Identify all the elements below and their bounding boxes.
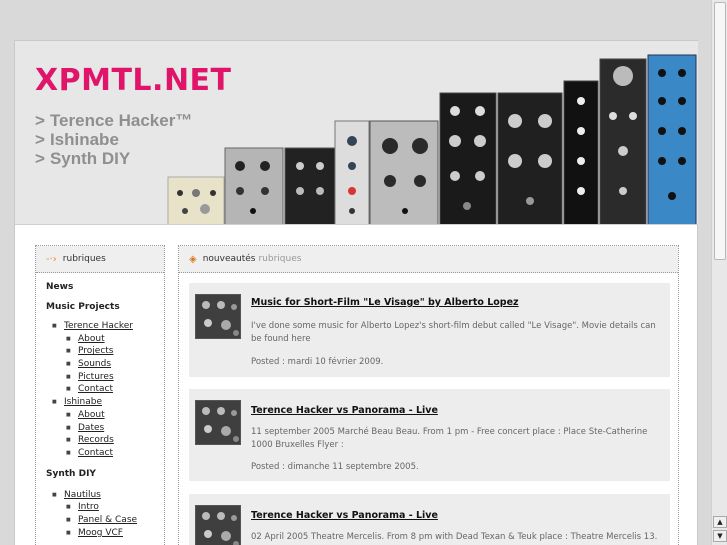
post-body: 02 April 2005 Theatre Mercelis. From 8 p…: [251, 532, 658, 542]
news-panel-title: nouveautés: [202, 254, 256, 264]
post-thumbnail[interactable]: [195, 294, 241, 339]
synth-thumbnail-icon: [196, 401, 240, 444]
tagline-synth-diy[interactable]: > Synth DIY: [35, 149, 130, 169]
news-panel-subtitle: rubriques: [258, 254, 302, 264]
post-body: I've done some music for Alberto Lopez's…: [251, 321, 656, 344]
post-title[interactable]: Terence Hacker vs Panorama - Live: [251, 510, 438, 521]
post-title[interactable]: Music for Short-Film "Le Visage" by Albe…: [251, 297, 519, 308]
sidebar-title: rubriques: [62, 254, 106, 264]
nav-ishinabe[interactable]: Ishinabe: [52, 396, 164, 409]
nav-nautilus-intro[interactable]: Intro: [66, 501, 164, 514]
nav-nautilus[interactable]: Nautilus: [52, 489, 164, 502]
nav-news[interactable]: News: [46, 282, 164, 292]
scroll-down-icon[interactable]: ▼: [713, 530, 727, 542]
nav-th-about[interactable]: About: [66, 333, 164, 346]
synth-thumbnail-icon: [196, 506, 240, 545]
nav-th-sounds[interactable]: Sounds: [66, 358, 164, 371]
nav-synth-diy[interactable]: Synth DIY: [46, 469, 164, 479]
nav-ish-about[interactable]: About: [66, 409, 164, 422]
post-date: Posted : dimanche 11 septembre 2005.: [251, 462, 419, 472]
nav-th-pictures[interactable]: Pictures: [66, 371, 164, 384]
nav-ish-dates[interactable]: Dates: [66, 422, 164, 435]
page-scrollbar[interactable]: ▲ ▼: [711, 0, 727, 545]
news-post: Terence Hacker vs Panorama - Live 11 sep…: [189, 389, 670, 481]
news-panel-header: ◈ nouveautés rubriques: [179, 246, 678, 273]
nav-ish-contact[interactable]: Contact: [66, 447, 164, 460]
nav-ish-records[interactable]: Records: [66, 434, 164, 447]
nav-terence-hacker[interactable]: Terence Hacker: [52, 320, 164, 333]
tagline-ishinabe[interactable]: > Ishinabe: [35, 130, 119, 150]
nav-th-contact[interactable]: Contact: [66, 383, 164, 396]
site-header: XPMTL.NET > Terence Hacker™ > Ishinabe > Sy…: [15, 41, 698, 225]
nav-nautilus-moog-vcf[interactable]: Moog VCF: [66, 527, 164, 540]
scroll-up-icon[interactable]: ▲: [713, 516, 727, 528]
sidebar-rubriques: -·› rubriques News Music Projects Terenc…: [35, 245, 165, 545]
post-thumbnail[interactable]: [195, 400, 241, 445]
diamond-icon: ◈: [189, 253, 197, 265]
scrollbar-thumb[interactable]: [714, 2, 726, 260]
nav-nautilus-panel-case[interactable]: Panel & Case: [66, 514, 164, 527]
post-body: 11 september 2005 Marché Beau Beau. From…: [251, 427, 648, 450]
nav-th-projects[interactable]: Projects: [66, 345, 164, 358]
synth-thumbnail-icon: [196, 295, 240, 338]
post-thumbnail[interactable]: [195, 505, 241, 545]
arrow-icon: -·›: [46, 253, 57, 265]
nav-music-projects[interactable]: Music Projects: [46, 302, 164, 312]
post-date: Posted : mardi 10 février 2009.: [251, 357, 384, 367]
synth-modules-image: [167, 54, 697, 224]
post-title[interactable]: Terence Hacker vs Panorama - Live: [251, 405, 438, 416]
news-panel: ◈ nouveautés rubriques Music for Short-F…: [178, 245, 679, 545]
news-post: Terence Hacker vs Panorama - Live 02 Apr…: [189, 494, 670, 545]
news-post: Music for Short-Film "Le Visage" by Albe…: [189, 283, 670, 377]
sidebar-header: -·› rubriques: [36, 246, 164, 273]
